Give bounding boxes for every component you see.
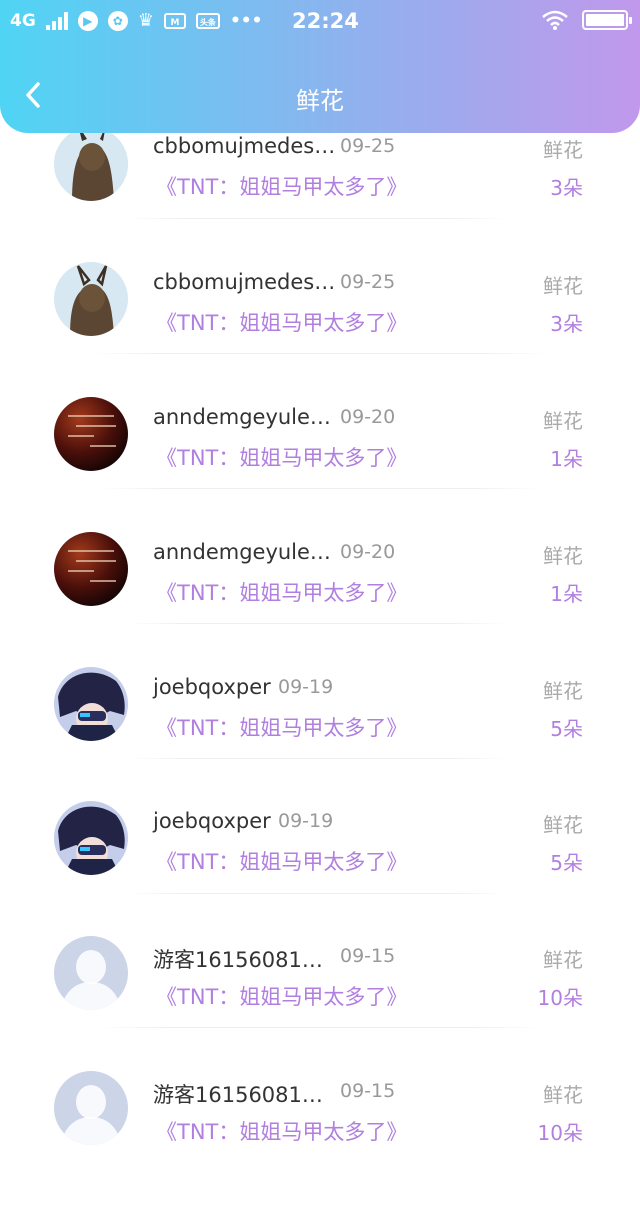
divider <box>128 893 506 894</box>
flower-count: 1朵 <box>550 447 583 471</box>
list-item[interactable]: joebqoxper 09-19 《TNT：姐姐马甲太多了》 鲜花 5朵 <box>0 667 640 802</box>
avatar[interactable] <box>54 801 128 875</box>
flower-count: 1朵 <box>550 582 583 606</box>
clock: 22:24 <box>292 9 359 33</box>
user-name: anndemgeyule… <box>153 405 331 429</box>
palette-icon: ✿ <box>107 10 128 31</box>
avatar[interactable] <box>54 667 128 741</box>
page-title: 鲜花 <box>296 87 344 115</box>
user-name: anndemgeyule… <box>153 540 331 564</box>
avatar[interactable] <box>54 262 128 336</box>
gift-label: 鲜花 <box>543 813 583 837</box>
girl-avatar-image <box>54 262 128 336</box>
default-person-icon <box>76 950 106 984</box>
wifi-icon <box>542 10 568 30</box>
flower-count: 5朵 <box>550 717 583 741</box>
avatar[interactable] <box>54 1071 128 1145</box>
date: 09-20 <box>340 541 396 563</box>
book-title[interactable]: 《TNT：姐姐马甲太多了》 <box>156 577 407 607</box>
news-app-icon: 头条 <box>195 12 220 29</box>
date: 09-25 <box>340 135 396 157</box>
date: 09-25 <box>340 271 396 293</box>
status-bar: 4G ▶ ✿ ♛ M 头条 ••• 22:24 <box>0 0 640 44</box>
gift-label: 鲜花 <box>543 544 583 568</box>
gift-label: 鲜花 <box>543 679 583 703</box>
user-name: joebqoxper <box>153 809 271 833</box>
dark-avatar-image <box>54 397 128 471</box>
default-person-body <box>62 1117 120 1145</box>
user-name: cbbomujmedes… <box>153 270 336 294</box>
user-name: joebqoxper <box>153 675 271 699</box>
date: 09-19 <box>278 810 334 832</box>
divider <box>128 758 506 759</box>
divider <box>128 623 506 624</box>
list-item[interactable]: anndemgeyule… 09-20 《TNT：姐姐马甲太多了》 鲜花 1朵 <box>0 397 640 532</box>
flower-count: 10朵 <box>537 986 583 1010</box>
list-item[interactable]: cbbomujmedes… 09-25 《TNT：姐姐马甲太多了》 鲜花 3朵 <box>0 127 640 265</box>
status-right <box>542 10 632 30</box>
gift-label: 鲜花 <box>543 274 583 298</box>
list-item[interactable]: 游客16156081… 09-15 《TNT：姐姐马甲太多了》 鲜花 10朵 <box>0 936 640 1071</box>
flower-count: 3朵 <box>550 176 583 200</box>
date: 09-15 <box>340 945 396 967</box>
list-item[interactable]: joebqoxper 09-19 《TNT：姐姐马甲太多了》 鲜花 5朵 <box>0 801 640 936</box>
avatar[interactable] <box>54 127 128 201</box>
avatar[interactable] <box>54 936 128 1010</box>
default-person-icon <box>76 1085 106 1119</box>
user-name: 游客16156081… <box>153 1083 323 1107</box>
flower-count: 3朵 <box>550 312 583 336</box>
default-person-body <box>62 982 120 1010</box>
divider <box>128 218 506 219</box>
list-item[interactable]: 游客16156081… 09-15 《TNT：姐姐马甲太多了》 鲜花 10朵 <box>0 1071 640 1206</box>
dark-avatar-image <box>54 532 128 606</box>
avatar[interactable] <box>54 397 128 471</box>
book-title[interactable]: 《TNT：姐姐马甲太多了》 <box>156 981 407 1011</box>
date: 09-20 <box>340 406 396 428</box>
book-title[interactable]: 《TNT：姐姐马甲太多了》 <box>156 442 407 472</box>
status-left: 4G ▶ ✿ ♛ M 头条 ••• <box>10 10 263 31</box>
user-name: 游客16156081… <box>153 948 323 972</box>
divider <box>100 488 540 489</box>
avatar[interactable] <box>54 532 128 606</box>
flower-count: 5朵 <box>550 851 583 875</box>
app-header: 4G ▶ ✿ ♛ M 头条 ••• 22:24 鲜花 <box>0 0 640 133</box>
user-name: cbbomujmedes… <box>153 134 336 158</box>
network-type: 4G <box>10 10 36 31</box>
more-icon: ••• <box>229 10 263 31</box>
book-title[interactable]: 《TNT：姐姐马甲太多了》 <box>156 712 407 742</box>
battery-icon <box>582 10 632 30</box>
book-title[interactable]: 《TNT：姐姐马甲太多了》 <box>156 846 407 876</box>
divider <box>100 1027 540 1028</box>
gift-label: 鲜花 <box>543 948 583 972</box>
date: 09-15 <box>340 1080 396 1102</box>
anime-avatar-image <box>54 667 128 741</box>
book-title[interactable]: 《TNT：姐姐马甲太多了》 <box>156 307 407 337</box>
gift-label: 鲜花 <box>543 409 583 433</box>
list-item[interactable]: cbbomujmedes… 09-25 《TNT：姐姐马甲太多了》 鲜花 3朵 <box>0 262 640 397</box>
signal-icon <box>45 11 68 30</box>
girl-avatar-image <box>54 127 128 201</box>
divider <box>90 353 550 354</box>
anime-avatar-image <box>54 801 128 875</box>
book-title[interactable]: 《TNT：姐姐马甲太多了》 <box>156 1116 407 1146</box>
date: 09-19 <box>278 676 334 698</box>
gift-label: 鲜花 <box>543 138 583 162</box>
list-item[interactable]: anndemgeyule… 09-20 《TNT：姐姐马甲太多了》 鲜花 1朵 <box>0 532 640 667</box>
gift-label: 鲜花 <box>543 1083 583 1107</box>
play-icon: ▶ <box>77 10 98 31</box>
crown-icon: ♛ <box>137 10 154 31</box>
flower-count: 10朵 <box>537 1121 583 1145</box>
book-title[interactable]: 《TNT：姐姐马甲太多了》 <box>156 171 407 201</box>
video-app-icon: M <box>163 12 186 29</box>
